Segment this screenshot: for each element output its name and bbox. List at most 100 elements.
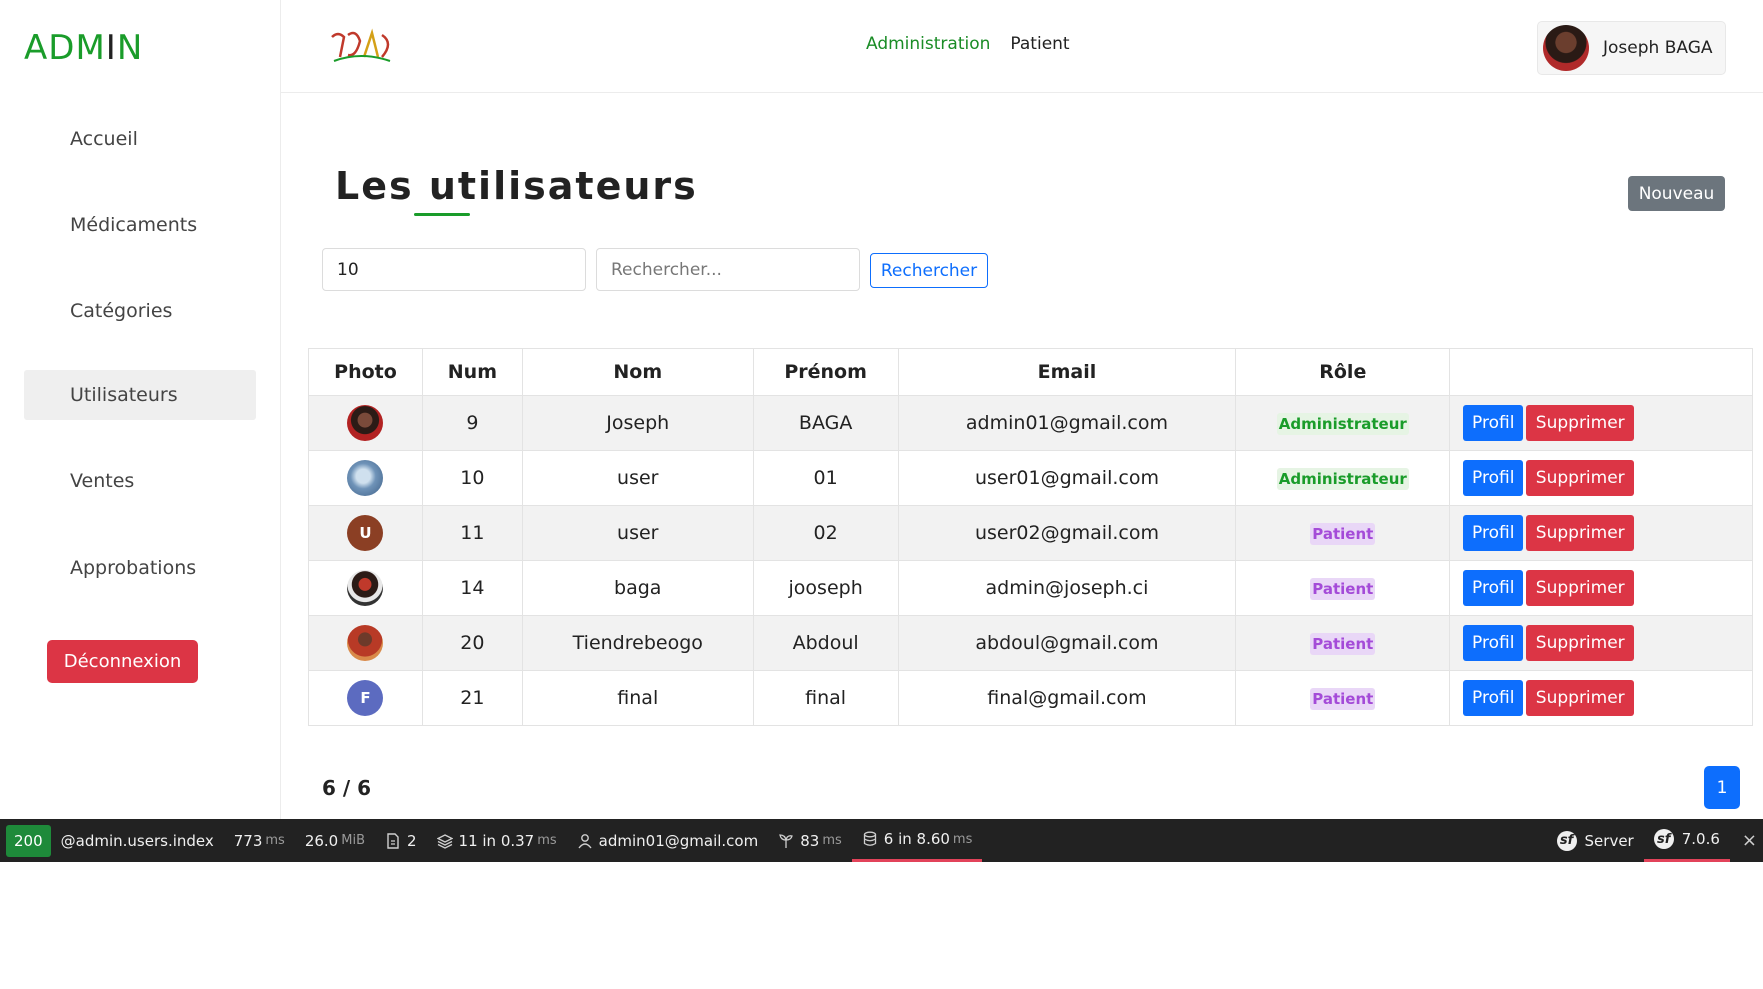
user-item[interactable]: admin01@gmail.com <box>567 819 769 862</box>
search-input[interactable] <box>596 248 860 291</box>
leaf-icon <box>778 833 794 849</box>
supprimer-button[interactable]: Supprimer <box>1526 625 1635 661</box>
sidebar-item-label: Ventes <box>70 470 135 492</box>
avatar <box>347 625 384 661</box>
top-nav-administration[interactable]: Administration <box>866 34 990 54</box>
logout-button[interactable]: Déconnexion <box>47 640 198 683</box>
symfony-icon: sf <box>1556 830 1577 851</box>
cell-actions: Profil Supprimer <box>1449 505 1753 561</box>
route-item[interactable]: @admin.users.index <box>51 819 224 862</box>
role-badge: Patient <box>1310 577 1376 600</box>
cell-nom: user <box>521 450 754 506</box>
db-unit: ms <box>952 831 973 847</box>
sidebar-item-approbations[interactable]: Approbations <box>24 543 256 593</box>
profil-button[interactable]: Profil <box>1463 405 1524 441</box>
cell-actions: Profil Supprimer <box>1449 670 1753 726</box>
user-icon <box>577 833 593 849</box>
col-header-prenom: Prénom <box>752 348 899 396</box>
col-header-email: Email <box>897 348 1237 396</box>
page-title: Les utilisateurs <box>335 164 698 208</box>
avatar <box>347 460 384 496</box>
cell-nom: baga <box>521 560 754 616</box>
col-header-photo: Photo <box>308 348 423 396</box>
sidebar-item-medicaments[interactable]: Médicaments <box>24 200 256 250</box>
cell-num: 9 <box>421 395 523 451</box>
avatar <box>347 405 384 441</box>
time-item[interactable]: 773 ms <box>224 819 295 862</box>
profil-button[interactable]: Profil <box>1463 515 1524 551</box>
profil-button[interactable]: Profil <box>1463 625 1524 661</box>
supprimer-button[interactable]: Supprimer <box>1526 405 1635 441</box>
cell-actions: Profil Supprimer <box>1449 615 1753 671</box>
supprimer-button[interactable]: Supprimer <box>1526 515 1635 551</box>
cell-email: admin@joseph.ci <box>897 560 1237 616</box>
top-nav-patient[interactable]: Patient <box>1010 34 1069 54</box>
version-item[interactable]: sf 7.0.6 <box>1643 819 1730 862</box>
profil-button[interactable]: Profil <box>1463 680 1524 716</box>
table-row: 14 baga jooseph admin@joseph.ci Patient … <box>308 560 1753 616</box>
supprimer-button[interactable]: Supprimer <box>1526 680 1635 716</box>
memory-item[interactable]: 26.0 MiB <box>295 819 375 862</box>
supprimer-button[interactable]: Supprimer <box>1526 570 1635 606</box>
forms-item[interactable]: 2 <box>375 819 427 862</box>
time-value: 773 <box>233 831 263 850</box>
toolbar-right: sf Server sf 7.0.6 × <box>1547 819 1763 862</box>
twig-item[interactable]: 83 ms <box>768 819 852 862</box>
cell-num: 10 <box>421 450 523 506</box>
sidebar-item-label: Accueil <box>70 128 138 150</box>
brand-text-1: ADM <box>24 28 106 68</box>
cell-prenom: 02 <box>752 505 899 561</box>
sidebar-item-accueil[interactable]: Accueil <box>24 114 256 164</box>
cache-value: 11 in 0.37 <box>458 831 535 850</box>
sidebar-item-utilisateurs[interactable]: Utilisateurs <box>24 370 256 420</box>
avatar <box>347 570 384 606</box>
sidebar-item-label: Médicaments <box>70 214 198 236</box>
cell-num: 11 <box>421 505 523 561</box>
cell-nom: Joseph <box>521 395 754 451</box>
cell-role: Administrateur <box>1235 450 1451 506</box>
user-menu[interactable]: Joseph BAGA <box>1537 21 1726 75</box>
cell-role: Patient <box>1235 560 1451 616</box>
profil-button[interactable]: Profil <box>1463 460 1524 496</box>
cell-prenom: 01 <box>752 450 899 506</box>
sidebar-item-label: Utilisateurs <box>70 384 178 406</box>
sidebar-item-label: Approbations <box>70 557 197 579</box>
memory-value: 26.0 <box>304 831 339 850</box>
cell-prenom: BAGA <box>752 395 899 451</box>
cell-num: 21 <box>421 670 523 726</box>
database-icon <box>862 831 878 847</box>
table-header-row: Photo Num Nom Prénom Email Rôle <box>308 348 1753 396</box>
supprimer-button[interactable]: Supprimer <box>1526 460 1635 496</box>
sidebar-item-ventes[interactable]: Ventes <box>24 456 256 506</box>
sidebar-item-categories[interactable]: Catégories <box>24 286 256 336</box>
page-1-button[interactable]: 1 <box>1704 766 1740 809</box>
avatar: U <box>347 515 384 551</box>
cell-nom: final <box>521 670 754 726</box>
avatar: F <box>347 680 384 716</box>
database-item[interactable]: 6 in 8.60 ms <box>851 819 983 862</box>
cell-nom: user <box>521 505 754 561</box>
page-title-part1: Les <box>335 164 429 208</box>
twig-value: 83 <box>800 831 820 850</box>
users-table: Photo Num Nom Prénom Email Rôle 9 Joseph… <box>308 348 1753 726</box>
status-badge[interactable]: 200 <box>6 824 51 857</box>
table-row: 9 Joseph BAGA admin01@gmail.com Administ… <box>308 395 1753 451</box>
close-icon[interactable]: × <box>1730 830 1763 851</box>
role-badge: Administrateur <box>1276 467 1409 490</box>
col-header-nom: Nom <box>521 348 754 396</box>
limit-input[interactable] <box>322 248 586 291</box>
new-user-button[interactable]: Nouveau <box>1628 176 1725 211</box>
role-badge: Administrateur <box>1276 412 1409 435</box>
cache-item[interactable]: 11 in 0.37 ms <box>427 819 567 862</box>
table-row: 10 user 01 user01@gmail.com Administrate… <box>308 450 1753 506</box>
search-button[interactable]: Rechercher <box>870 253 988 288</box>
cell-email: user01@gmail.com <box>897 450 1237 506</box>
profil-button[interactable]: Profil <box>1463 570 1524 606</box>
cell-prenom: jooseph <box>752 560 899 616</box>
brand-logo: ADMIN <box>24 28 143 68</box>
cell-role: Patient <box>1235 615 1451 671</box>
server-item[interactable]: sf Server <box>1547 819 1644 862</box>
company-logo-icon[interactable] <box>326 27 396 67</box>
cell-email: abdoul@gmail.com <box>897 615 1237 671</box>
table-row: 20 Tiendrebeogo Abdoul abdoul@gmail.com … <box>308 615 1753 671</box>
